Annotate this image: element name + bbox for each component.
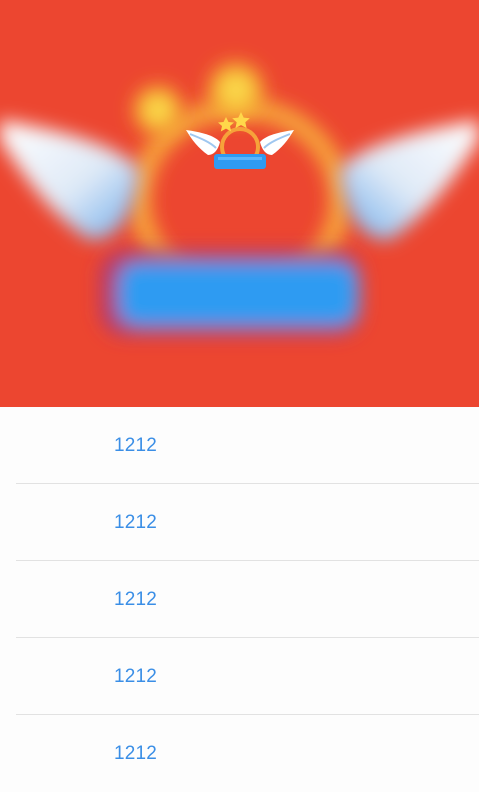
glow-orb-left (128, 80, 188, 140)
banner-blurred (100, 250, 362, 336)
glow-orb-right (202, 56, 270, 124)
badge-banner (214, 154, 266, 169)
list-item-label[interactable]: 1212 (114, 435, 157, 457)
list-item[interactable]: 1212 (0, 407, 479, 484)
list-item[interactable]: 1212 (0, 484, 479, 561)
list-item-label[interactable]: 1212 (114, 666, 157, 688)
list-item-label[interactable]: 1212 (114, 743, 157, 765)
list-item-label[interactable]: 1212 (114, 512, 157, 534)
list-item[interactable]: 1212 (0, 638, 479, 715)
hero-banner (0, 0, 479, 407)
winged-badge-illustration (0, 0, 479, 407)
list-item-label[interactable]: 1212 (114, 589, 157, 611)
item-list: 1212 1212 1212 1212 1212 (0, 407, 479, 779)
list-item[interactable]: 1212 (0, 561, 479, 638)
list-item[interactable]: 1212 (0, 715, 479, 792)
